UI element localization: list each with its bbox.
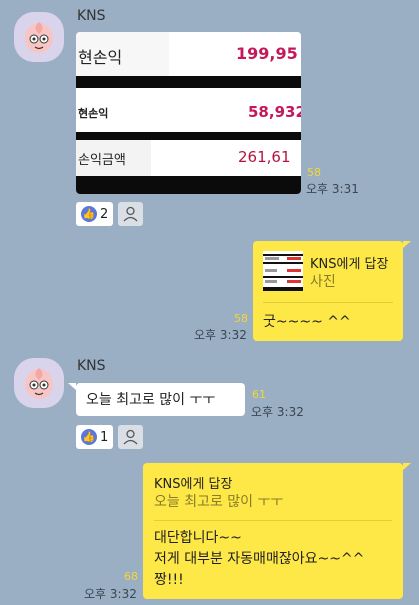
reply-preview: 오늘 최고로 많이 ㅜㅜ [154, 494, 284, 510]
thumbs-up-icon: 👍 [81, 429, 97, 445]
reply-preview: 사진 [310, 274, 336, 290]
photo-band [76, 132, 301, 140]
message-line: 저게 대부분 자동매매잖아요~~^^ [154, 551, 365, 567]
reply-title: KNS에게 답장 [310, 257, 389, 272]
photo-band [76, 76, 301, 88]
unread-count: 68 [124, 570, 138, 583]
timestamp: 오후 3:32 [84, 587, 137, 601]
message-bubble[interactable]: 오늘 최고로 많이 ㅜㅜ [76, 383, 245, 416]
reaction-count: 2 [100, 206, 109, 222]
add-reaction-button[interactable] [118, 202, 143, 226]
message-line: 짱!!! [154, 572, 184, 588]
reply-divider [154, 520, 392, 521]
reply-title: KNS에게 답장 [154, 477, 233, 492]
sender-name: KNS [77, 358, 106, 374]
reply-bubble[interactable]: KNS에게 답장 오늘 최고로 많이 ㅜㅜ 대단합니다~~ 저게 대부분 자동매… [143, 463, 403, 599]
bubble-tail [403, 241, 411, 248]
bubble-tail [403, 463, 411, 470]
peach-character-icon [25, 368, 53, 399]
timestamp: 오후 3:32 [194, 328, 247, 342]
reaction-badge[interactable]: 👍 2 [76, 202, 113, 226]
photo-value: 261,61 [238, 148, 291, 166]
unread-count: 58 [307, 166, 321, 179]
photo-label: 손익금액 [78, 153, 126, 168]
reply-thumbnail [263, 251, 303, 291]
thumbs-up-icon: 👍 [81, 206, 97, 222]
timestamp: 오후 3:32 [251, 405, 304, 419]
peach-character-icon [25, 22, 53, 53]
reply-bubble[interactable]: KNS에게 답장 사진 굿~~~~ ^^ [253, 241, 403, 341]
reaction-badge[interactable]: 👍 1 [76, 425, 113, 449]
photo-attachment[interactable]: 현손익 199,95 현손익 58,932 손익금액 261,61 [76, 32, 301, 194]
unread-count: 58 [234, 312, 248, 325]
message-text: 오늘 최고로 많이 ㅜㅜ [86, 392, 216, 408]
timestamp: 오후 3:31 [306, 182, 359, 196]
person-icon [123, 429, 138, 445]
avatar[interactable] [14, 12, 64, 62]
add-reaction-button[interactable] [118, 425, 143, 449]
message-line: 대단합니다~~ [154, 530, 242, 546]
reply-divider [263, 302, 393, 303]
bubble-tail [68, 383, 76, 390]
unread-count: 61 [252, 388, 266, 401]
avatar[interactable] [14, 358, 64, 408]
photo-band [76, 176, 301, 194]
sender-name: KNS [77, 8, 106, 24]
photo-value: 58,932 [248, 103, 301, 121]
photo-label: 현손익 [78, 48, 123, 67]
person-icon [123, 206, 138, 222]
photo-label: 현손익 [78, 107, 109, 120]
reaction-count: 1 [100, 429, 109, 445]
photo-value: 199,95 [236, 44, 298, 63]
message-text: 굿~~~~ ^^ [263, 314, 351, 330]
